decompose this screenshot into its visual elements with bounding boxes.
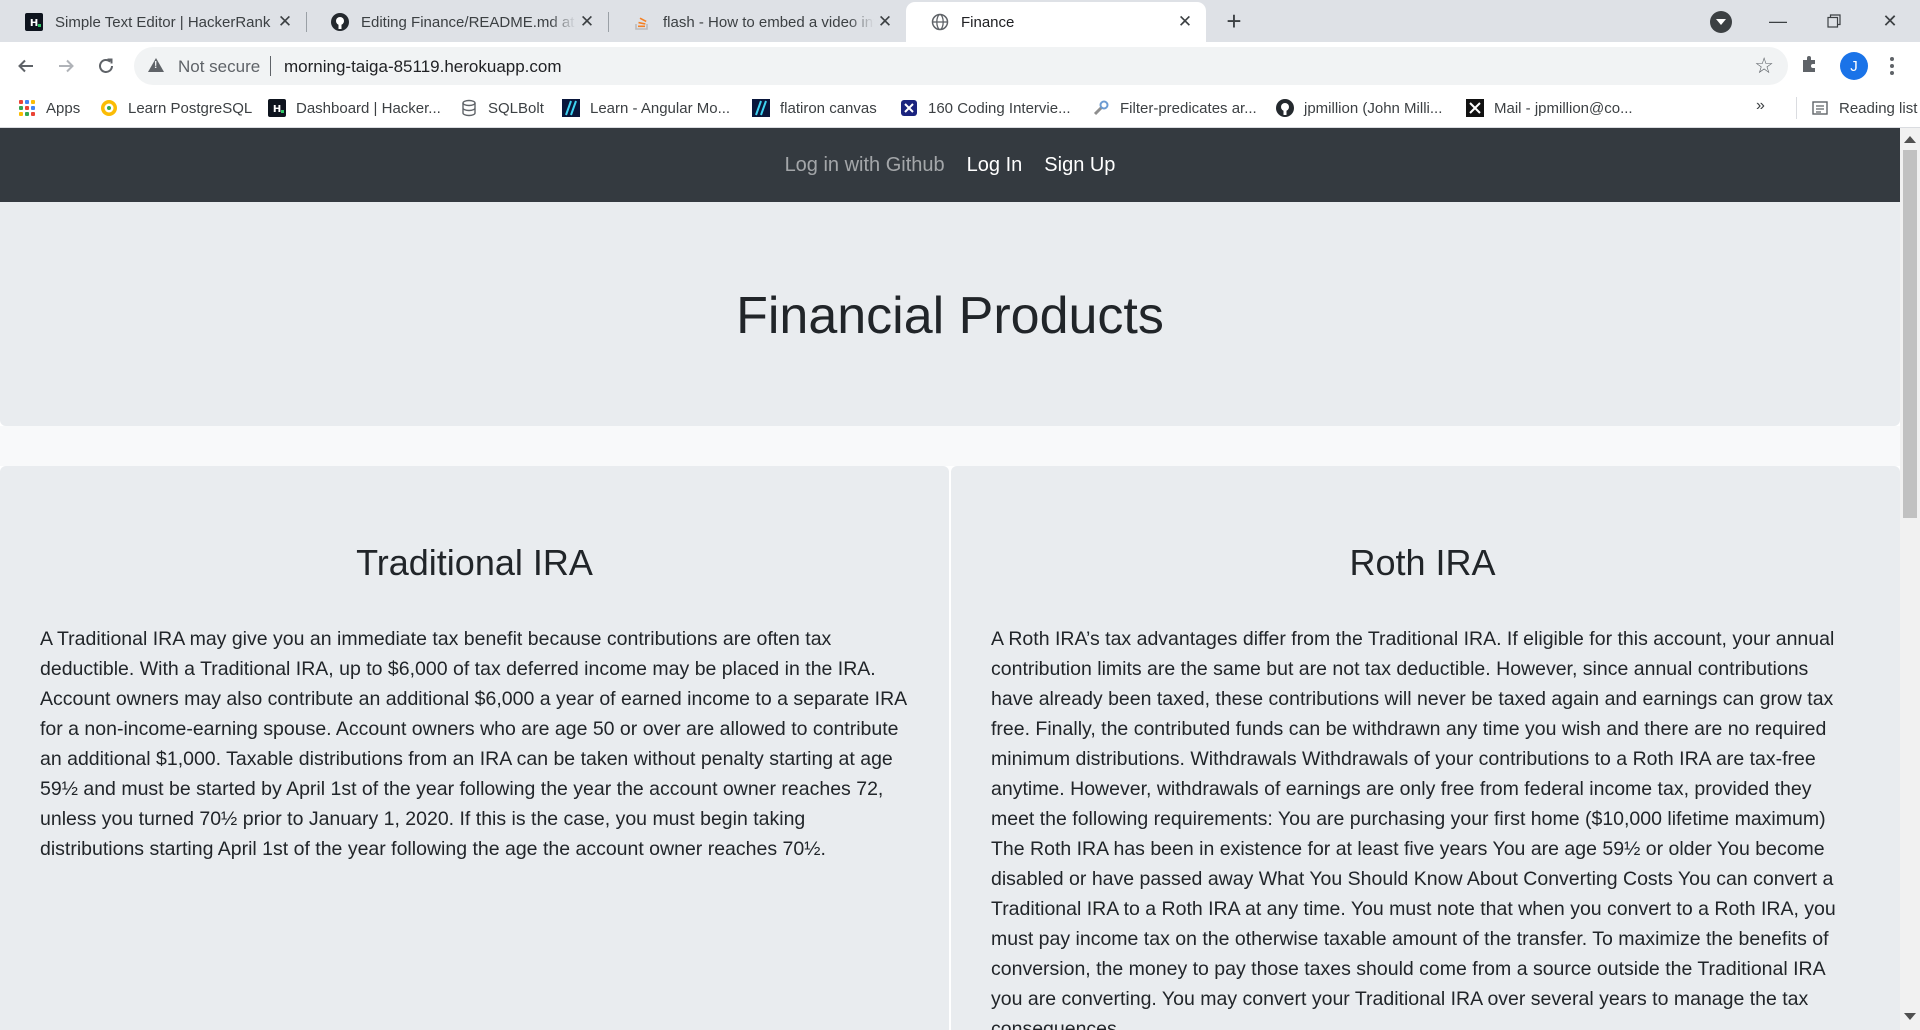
profile-avatar[interactable]: J [1840,52,1868,80]
reading-list-icon [1811,99,1829,117]
bookmark-label: Learn PostgreSQL [128,99,253,117]
bookmark-apps[interactable]: Apps [18,97,80,119]
card-body: A Traditional IRA may give you an immedi… [40,628,907,860]
card-body: A Roth IRA’s tax advantages differ from … [991,628,1836,1030]
hackerrank-icon: H [24,12,44,32]
tab-strip: H Simple Text Editor | HackerRank ✕ Edit… [0,0,1920,42]
bookmark-label: Dashboard | Hacker... [296,99,441,117]
tab-hackerrank[interactable]: H Simple Text Editor | HackerRank ✕ [0,2,306,42]
close-icon[interactable]: ✕ [576,11,598,33]
bookmark-learn-postgresql[interactable]: Learn PostgreSQL [100,97,252,119]
bookmarks-overflow-icon[interactable]: » [1756,97,1765,115]
tab-title: Editing Finance/README.md at main [361,13,576,31]
nav-link-github-login[interactable]: Log in with Github [785,154,945,177]
security-label[interactable]: Not secure [178,57,260,77]
bookmark-filter-predicates[interactable]: Filter-predicates ar... [1092,97,1257,119]
bookmark-label: jpmillion (John Milli... [1304,99,1443,117]
divider [270,56,271,76]
product-cards: Traditional IRA A Traditional IRA may gi… [0,466,1900,1030]
bookmark-learn-angular[interactable]: Learn - Angular Mo... [562,97,730,119]
tab-title: flash - How to embed a video into [663,13,874,31]
flatiron-icon [752,99,770,117]
back-arrow-icon[interactable] [10,50,42,82]
section-spacer [0,426,1900,466]
x-mail-icon [1466,99,1484,117]
url-text[interactable]: morning-taiga-85119.herokuapp.com [284,57,562,77]
globe-icon [930,12,950,32]
nav-link-signup[interactable]: Sign Up [1044,154,1115,177]
flatiron-icon [562,99,580,117]
minimize-icon[interactable]: — [1750,0,1806,42]
bookmark-label: flatiron canvas [780,99,877,117]
card-traditional-ira: Traditional IRA A Traditional IRA may gi… [0,466,949,1030]
scrollbar-thumb[interactable] [1903,150,1917,518]
browser-toolbar: Not secure morning-taiga-85119.herokuapp… [0,42,1920,89]
restore-icon[interactable] [1806,0,1862,42]
scroll-up-arrow-icon[interactable] [1904,136,1916,143]
x-box-icon [900,99,918,117]
bookmark-label: Mail - jpmillion@co... [1494,99,1633,117]
apps-grid-icon [18,99,36,117]
bookmark-coding-interview[interactable]: 160 Coding Intervie... [900,97,1071,119]
card-roth-ira: Roth IRA A Roth IRA’s tax advantages dif… [951,466,1900,1030]
hackerrank-icon: H [268,99,286,117]
tab-title: Finance [961,13,1015,31]
postgres-icon [100,99,118,117]
bookmark-sqlbolt[interactable]: SQLBolt [460,97,544,119]
address-bar[interactable]: Not secure morning-taiga-85119.herokuapp… [134,47,1788,85]
close-icon[interactable]: ✕ [274,11,296,33]
close-icon[interactable]: ✕ [1174,11,1196,33]
bookmark-label: Filter-predicates ar... [1120,99,1257,117]
tab-search-icon[interactable] [1710,11,1732,33]
bookmark-label: SQLBolt [488,99,544,117]
page-title: Financial Products [736,287,1164,345]
reading-list-button[interactable]: Reading list [1796,97,1917,119]
card-title: Roth IRA [1349,542,1496,583]
close-icon[interactable]: ✕ [874,11,896,33]
new-tab-icon[interactable]: + [1220,8,1248,36]
hero-jumbotron: Financial Products [0,202,1900,426]
svg-text:H: H [30,18,38,29]
stackoverflow-icon [632,12,652,32]
site-navbar: Log in with Github Log In Sign Up [0,128,1900,202]
reading-list-label: Reading list [1839,99,1918,117]
tool-icon [1092,99,1110,117]
github-icon [330,12,350,32]
card-title: Traditional IRA [356,542,593,583]
bookmark-github-profile[interactable]: jpmillion (John Milli... [1276,97,1442,119]
scroll-down-arrow-icon[interactable] [1904,1013,1916,1020]
bookmark-dashboard-hackerrank[interactable]: H Dashboard | Hacker... [268,97,441,119]
bookmark-star-icon[interactable]: ☆ [1754,53,1774,79]
tab-github[interactable]: Editing Finance/README.md at main ✕ [306,2,608,42]
nav-link-login[interactable]: Log In [967,154,1023,177]
tab-title: Simple Text Editor | HackerRank [55,13,271,31]
reload-icon[interactable] [90,50,122,82]
kebab-menu-icon[interactable] [1882,52,1902,80]
bookmark-mail[interactable]: Mail - jpmillion@co... [1466,97,1633,119]
bookmark-flatiron-canvas[interactable]: flatiron canvas [752,97,877,119]
extensions-puzzle-icon[interactable] [1800,54,1820,80]
svg-text:H: H [273,104,281,115]
forward-arrow-icon[interactable] [50,50,82,82]
warning-icon[interactable] [148,58,164,72]
page-viewport: Log in with Github Log In Sign Up Financ… [0,128,1900,1030]
window-close-icon[interactable]: ✕ [1862,0,1918,42]
github-icon [1276,99,1294,117]
bookmark-label: Apps [46,99,81,117]
bookmarks-bar: Apps Learn PostgreSQL H Dashboard | Hack… [0,89,1920,128]
tab-finance[interactable]: Finance ✕ [906,2,1206,42]
bookmark-label: Learn - Angular Mo... [590,99,731,117]
database-icon [460,99,478,117]
tab-stackoverflow[interactable]: flash - How to embed a video into ✕ [608,2,906,42]
bookmark-label: 160 Coding Intervie... [928,99,1071,117]
